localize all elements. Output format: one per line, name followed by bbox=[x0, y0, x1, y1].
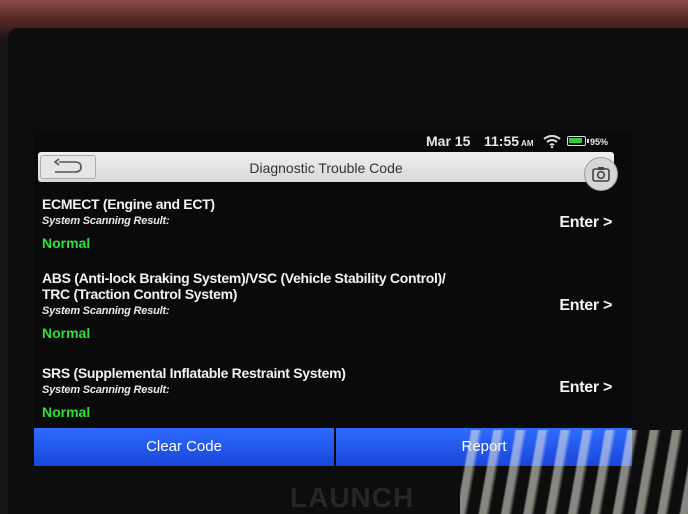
scan-result-label: System Scanning Result: bbox=[42, 384, 170, 396]
battery-fill bbox=[569, 138, 582, 143]
system-row-abs: ABS (Anti-lock Braking System)/VSC (Vehi… bbox=[42, 270, 612, 341]
device-brand-logo: LAUNCH bbox=[290, 482, 415, 513]
scan-result-status: Normal bbox=[42, 235, 91, 251]
clear-code-button[interactable]: Clear Code bbox=[34, 428, 334, 466]
bottom-action-bar: Clear Code Report bbox=[34, 428, 632, 466]
status-bar: Mar 15 11:55 AM 95% bbox=[34, 130, 632, 152]
enter-button[interactable]: Enter > bbox=[559, 379, 612, 397]
page-title: Diagnostic Trouble Code bbox=[249, 160, 403, 176]
battery-icon bbox=[567, 136, 589, 146]
enter-button[interactable]: Enter > bbox=[559, 214, 612, 232]
system-row-ecmect: ECMECT (Engine and ECT) System Scanning … bbox=[42, 196, 612, 251]
camera-icon bbox=[592, 167, 610, 182]
enter-button[interactable]: Enter > bbox=[559, 297, 612, 315]
scan-result-status: Normal bbox=[42, 404, 91, 420]
system-row-srs: SRS (Supplemental Inflatable Restraint S… bbox=[42, 365, 612, 420]
system-name: ECMECT (Engine and ECT) bbox=[42, 196, 215, 212]
scan-result-label: System Scanning Result: bbox=[42, 305, 170, 317]
screenshot-button[interactable] bbox=[584, 157, 618, 191]
scan-result-status: Normal bbox=[42, 325, 91, 341]
report-button[interactable]: Report bbox=[336, 428, 632, 466]
status-ampm: AM bbox=[521, 139, 534, 148]
system-name: ABS (Anti-lock Braking System)/VSC (Vehi… bbox=[42, 270, 446, 302]
wifi-icon bbox=[543, 135, 561, 148]
system-name: SRS (Supplemental Inflatable Restraint S… bbox=[42, 365, 346, 381]
status-clock: 11:55 bbox=[484, 133, 520, 149]
status-date: Mar 15 bbox=[426, 133, 471, 149]
status-time: 11:55 AM bbox=[484, 133, 534, 149]
scan-result-label: System Scanning Result: bbox=[42, 215, 170, 227]
battery-percent: 95% bbox=[590, 137, 609, 147]
tablet-screen: Mar 15 11:55 AM 95% Diagnostic Trouble Co… bbox=[34, 130, 632, 468]
title-bar: Diagnostic Trouble Code bbox=[38, 152, 618, 191]
